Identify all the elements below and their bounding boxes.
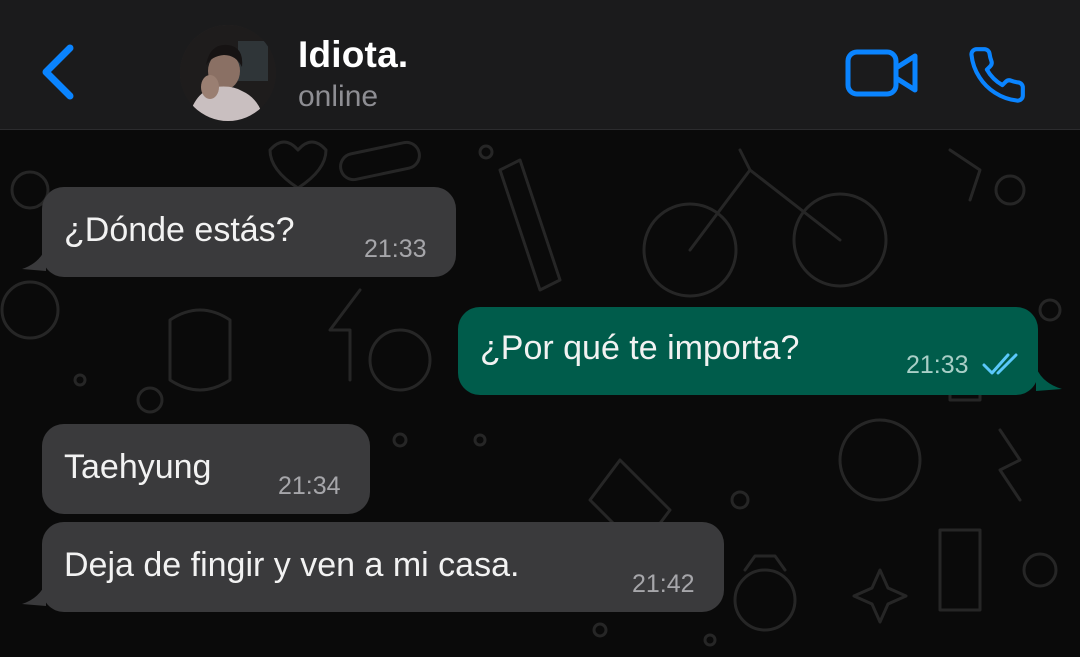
chat-area[interactable]: ¿Dónde estás? 21:33 ¿Por qué te importa?… <box>0 130 1080 657</box>
message-time: 21:33 <box>364 235 427 263</box>
message-text: ¿Dónde estás? <box>64 211 295 249</box>
message-time: 21:42 <box>632 570 695 598</box>
message-bubble[interactable]: Deja de fingir y ven a mi casa. 21:42 <box>42 522 724 612</box>
video-call-button[interactable] <box>844 46 920 100</box>
chevron-left-icon <box>42 44 74 100</box>
message-bubble[interactable]: ¿Por qué te importa? 21:33 <box>458 307 1038 395</box>
back-button[interactable] <box>36 42 84 102</box>
message-time: 21:33 <box>906 351 969 379</box>
video-camera-icon <box>845 49 918 97</box>
voice-call-button[interactable] <box>966 44 1028 106</box>
message-bubble[interactable]: Taehyung 21:34 <box>42 424 370 514</box>
read-double-check-icon <box>982 353 1018 375</box>
phone-icon <box>969 47 1025 103</box>
message-text: Deja de fingir y ven a mi casa. <box>64 546 520 584</box>
bubble-tail <box>22 582 46 606</box>
contact-name[interactable]: Idiota. <box>298 34 408 76</box>
contact-status: online <box>298 80 379 113</box>
message-text: ¿Por qué te importa? <box>480 329 800 367</box>
message-time: 21:34 <box>278 472 341 500</box>
avatar-photo <box>180 25 276 121</box>
bubble-tail <box>1036 367 1062 391</box>
message-text: Taehyung <box>64 448 212 486</box>
message-bubble[interactable]: ¿Dónde estás? 21:33 <box>42 187 456 277</box>
bubble-tail <box>22 247 46 271</box>
chat-header: Idiota. online <box>0 0 1080 130</box>
avatar[interactable] <box>180 25 276 121</box>
